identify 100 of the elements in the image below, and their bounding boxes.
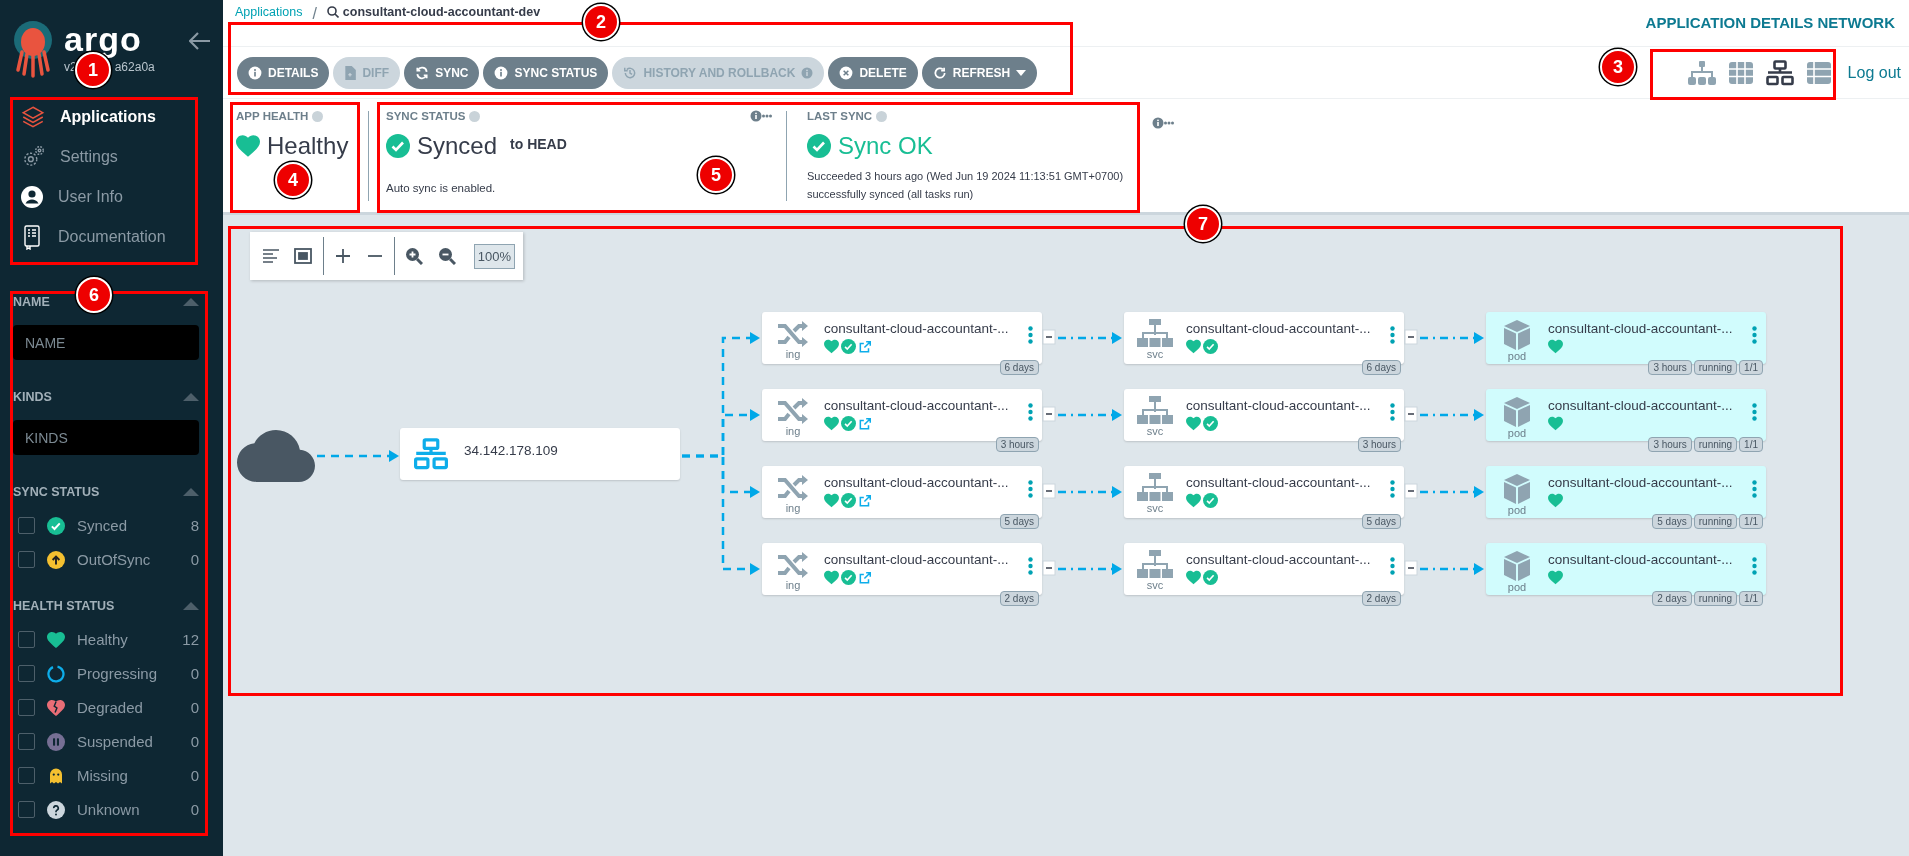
resource-node[interactable]: svc consultant-cloud-accountant-... [1124, 543, 1404, 595]
kebab-menu-icon[interactable] [1390, 480, 1395, 498]
resource-node[interactable]: svc consultant-cloud-accountant-... [1124, 389, 1404, 441]
nav-item[interactable]: User Info [20, 179, 223, 214]
grid-icon[interactable] [1727, 60, 1754, 85]
kebab-menu-icon[interactable] [1752, 403, 1757, 421]
action-button[interactable]: DELETE [828, 56, 918, 89]
kebab-menu-icon[interactable] [1752, 557, 1757, 575]
collapse-caret-icon[interactable] [183, 393, 199, 401]
logout-link[interactable]: Log out [1847, 63, 1901, 82]
kebab-menu-icon[interactable] [1752, 480, 1757, 498]
resource-node[interactable]: svc consultant-cloud-accountant-... [1124, 312, 1404, 364]
load-balancer-node[interactable]: 34.142.178.109 [400, 428, 680, 480]
nav-item[interactable]: Settings [20, 139, 223, 174]
check-circle-icon [1203, 570, 1218, 585]
collapse-toggle-icon[interactable] [1042, 406, 1056, 422]
collapse-caret-icon[interactable] [183, 298, 199, 306]
history-icon [623, 65, 638, 80]
action-button[interactable]: SYNC STATUS [483, 56, 609, 89]
collapse-toggle-icon[interactable] [1042, 483, 1056, 499]
edge-arrow [1058, 563, 1122, 575]
edge-arrow [1058, 409, 1122, 421]
filter-input[interactable]: NAME [13, 325, 199, 360]
hierarchy-icon [1137, 550, 1173, 580]
checkbox[interactable] [18, 665, 35, 682]
resource-name: consultant-cloud-accountant-... [1186, 552, 1372, 567]
resource-name: consultant-cloud-accountant-... [824, 475, 1010, 490]
resource-node[interactable]: pod consultant-cloud-accountant-... [1486, 389, 1766, 441]
pause-circle-icon [47, 732, 65, 751]
action-button[interactable]: REFRESH [921, 56, 1038, 89]
resource-node[interactable]: pod consultant-cloud-accountant-... [1486, 543, 1766, 595]
external-link-icon[interactable] [858, 339, 872, 354]
collapse-toggle-icon[interactable] [1404, 483, 1418, 499]
sync-detail-text: Succeeded 3 hours ago (Wed Jun 19 2024 11:13:51 GMT+0700) [807, 170, 1125, 182]
collapse-toggle-icon[interactable] [1404, 329, 1418, 345]
external-link-icon[interactable] [858, 570, 872, 585]
kebab-menu-icon[interactable] [1028, 480, 1033, 498]
question-circle-icon [47, 800, 65, 819]
network-icon [412, 438, 450, 470]
cube-icon [1502, 396, 1532, 428]
filter-option-label: Suspended [77, 733, 154, 750]
action-button[interactable]: DETAILS [237, 56, 330, 89]
kebab-menu-icon[interactable] [1028, 326, 1033, 344]
info-more-icon[interactable] [750, 110, 772, 122]
search-icon [326, 6, 339, 18]
filter-option-label: OutOfSync [77, 551, 152, 568]
checkbox[interactable] [18, 767, 35, 784]
tag: 6 days [1361, 360, 1401, 375]
info-more-icon[interactable] [1152, 117, 1174, 129]
resource-node[interactable]: svc consultant-cloud-accountant-... [1124, 466, 1404, 518]
checkbox[interactable] [18, 517, 35, 534]
nav-item[interactable]: Documentation [20, 219, 223, 254]
kebab-menu-icon[interactable] [1390, 403, 1395, 421]
health-status: Healthy [267, 132, 349, 160]
sync-detail-text: successfully synced (all tasks run) [807, 188, 975, 200]
heart-icon [1548, 493, 1563, 508]
collapse-caret-icon[interactable] [183, 488, 199, 496]
resource-node[interactable]: ing consultant-cloud-accountant-... [762, 312, 1042, 364]
checkbox[interactable] [18, 699, 35, 716]
resource-node[interactable]: pod consultant-cloud-accountant-... [1486, 466, 1766, 518]
filter-option-label: Missing [77, 767, 129, 784]
shuffle-icon [776, 396, 810, 426]
tree-icon[interactable] [1687, 60, 1716, 85]
action-button[interactable]: SYNC [404, 56, 480, 89]
back-arrow-icon[interactable] [189, 32, 211, 50]
resource-node[interactable]: ing consultant-cloud-accountant-... [762, 466, 1042, 518]
checkbox[interactable] [18, 551, 35, 568]
filter-input[interactable]: KINDS [13, 420, 199, 455]
external-link-icon[interactable] [858, 493, 872, 508]
heart-icon [1548, 416, 1563, 431]
collapse-toggle-icon[interactable] [1404, 560, 1418, 576]
kind-label: svc [1146, 348, 1164, 360]
checkbox[interactable] [18, 631, 35, 648]
file-icon [344, 65, 357, 80]
checkbox[interactable] [18, 801, 35, 818]
external-link-icon[interactable] [858, 416, 872, 431]
collapse-caret-icon[interactable] [183, 602, 199, 610]
edge-arrow [1420, 486, 1484, 498]
kebab-menu-icon[interactable] [1390, 557, 1395, 575]
collapse-toggle-icon[interactable] [1404, 406, 1418, 422]
tag: 5 days [999, 514, 1039, 529]
checkbox[interactable] [18, 733, 35, 750]
filter-count: 0 [190, 801, 199, 818]
resource-node[interactable]: pod consultant-cloud-accountant-... [1486, 312, 1766, 364]
kebab-menu-icon[interactable] [1390, 326, 1395, 344]
kebab-menu-icon[interactable] [1752, 326, 1757, 344]
kebab-menu-icon[interactable] [1028, 403, 1033, 421]
list-icon[interactable] [1805, 60, 1832, 85]
collapse-toggle-icon[interactable] [1042, 329, 1056, 345]
collapse-toggle-icon[interactable] [1042, 560, 1056, 576]
caret-icon [1016, 69, 1027, 76]
nav-item[interactable]: Applications [20, 99, 223, 134]
shuffle-icon [776, 550, 810, 580]
filter-count: 12 [182, 631, 199, 648]
resource-node[interactable]: ing consultant-cloud-accountant-... [762, 543, 1042, 595]
kebab-menu-icon[interactable] [1028, 557, 1033, 575]
network-icon[interactable] [1765, 59, 1794, 86]
resource-node[interactable]: ing consultant-cloud-accountant-... [762, 389, 1042, 441]
filter-title: HEALTH STATUS [13, 599, 115, 613]
resource-name: consultant-cloud-accountant-... [1186, 475, 1372, 490]
